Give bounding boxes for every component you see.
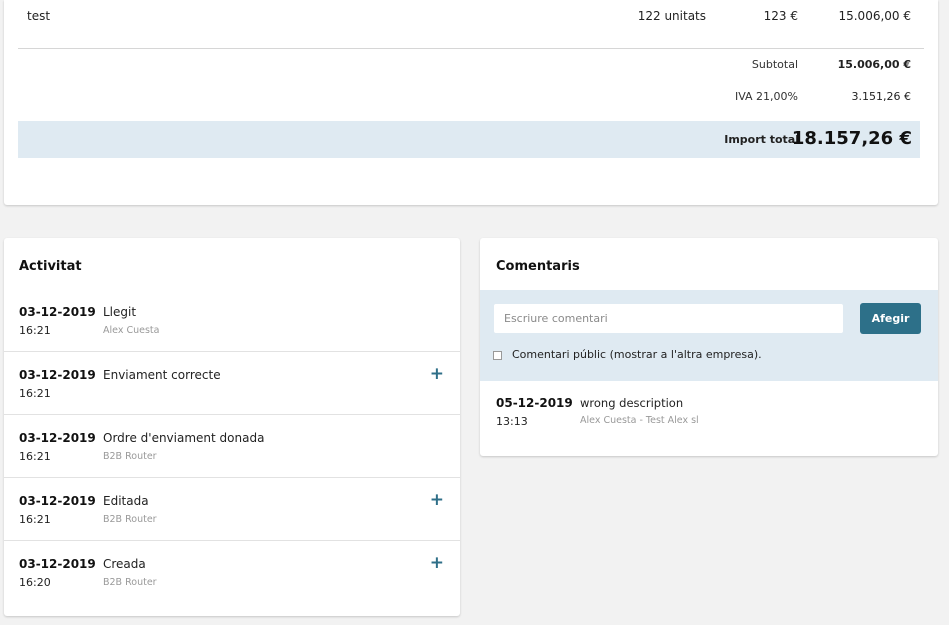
comment-entry: 05-12-2019 13:13 wrong description Alex …: [480, 396, 938, 446]
line-quantity: 122 unitats: [637, 9, 706, 23]
subtotal-value: 15.006,00 €: [837, 58, 911, 71]
public-comment-label: Comentari públic (mostrar a l'altra empr…: [512, 348, 762, 361]
activity-date: 03-12-2019: [19, 494, 96, 508]
activity-item: 03-12-2019 16:20 Creada B2B Router +: [4, 541, 460, 604]
tax-label: IVA 21,00%: [734, 90, 798, 103]
grand-total-bar: Import total 18.157,26 €: [18, 121, 920, 158]
tax-value: 3.151,26 €: [851, 90, 911, 103]
expand-plus-icon[interactable]: +: [430, 366, 444, 383]
public-comment-checkbox[interactable]: [493, 351, 502, 360]
expand-plus-icon[interactable]: +: [430, 492, 444, 509]
activity-user: Alex Cuesta: [103, 325, 160, 336]
activity-user: B2B Router: [103, 577, 157, 588]
tax-row: IVA 21,00% 3.151,26 €: [4, 90, 938, 106]
activity-date: 03-12-2019: [19, 305, 96, 319]
comment-text: wrong description: [580, 396, 684, 410]
activity-list: 03-12-2019 16:21 Llegit Alex Cuesta 03-1…: [4, 289, 460, 604]
activity-user: B2B Router: [103, 451, 157, 462]
activity-date: 03-12-2019: [19, 368, 96, 382]
subtotal-row: Subtotal 15.006,00 €: [4, 58, 938, 74]
add-comment-button[interactable]: Afegir: [860, 303, 921, 334]
line-unit-price: 123 €: [763, 9, 798, 23]
grand-total-value: 18.157,26 €: [791, 128, 912, 149]
activity-time: 16:21: [19, 450, 51, 463]
comment-form: Afegir Comentari públic (mostrar a l'alt…: [480, 290, 938, 381]
activity-item: 03-12-2019 16:21 Enviament correcte +: [4, 352, 460, 415]
subtotal-label: Subtotal: [751, 58, 798, 71]
invoice-line-row: test 122 unitats 123 € 15.006,00 €: [4, 9, 938, 25]
activity-title-text: Enviament correcte: [103, 368, 221, 382]
activity-item: 03-12-2019 16:21 Llegit Alex Cuesta: [4, 289, 460, 352]
activity-time: 16:21: [19, 387, 51, 400]
line-total: 15.006,00 €: [838, 9, 911, 23]
comment-author: Alex Cuesta - Test Alex sl: [580, 415, 699, 426]
activity-title-text: Editada: [103, 494, 149, 508]
divider: [18, 48, 924, 49]
activity-time: 16:21: [19, 513, 51, 526]
comment-time: 13:13: [496, 415, 528, 428]
activity-date: 03-12-2019: [19, 431, 96, 445]
comment-input[interactable]: [493, 303, 844, 334]
activity-item: 03-12-2019 16:21 Editada B2B Router +: [4, 478, 460, 541]
activity-title-text: Ordre d'enviament donada: [103, 431, 265, 445]
expand-plus-icon[interactable]: +: [430, 555, 444, 572]
activity-title-text: Llegit: [103, 305, 137, 319]
invoice-summary-card: test 122 unitats 123 € 15.006,00 € Subto…: [4, 0, 938, 205]
activity-time: 16:20: [19, 576, 51, 589]
activity-item: 03-12-2019 16:21 Ordre d'enviament donad…: [4, 415, 460, 478]
line-description: test: [27, 9, 51, 23]
activity-title: Activitat: [19, 259, 82, 274]
activity-panel: Activitat 03-12-2019 16:21 Llegit Alex C…: [4, 238, 460, 616]
activity-date: 03-12-2019: [19, 557, 96, 571]
comments-panel: Comentaris Afegir Comentari públic (most…: [480, 238, 938, 456]
activity-title-text: Creada: [103, 557, 146, 571]
comments-title: Comentaris: [496, 259, 580, 274]
grand-total-label: Import total: [724, 133, 799, 146]
activity-user: B2B Router: [103, 514, 157, 525]
comment-date: 05-12-2019: [496, 396, 573, 410]
activity-time: 16:21: [19, 324, 51, 337]
